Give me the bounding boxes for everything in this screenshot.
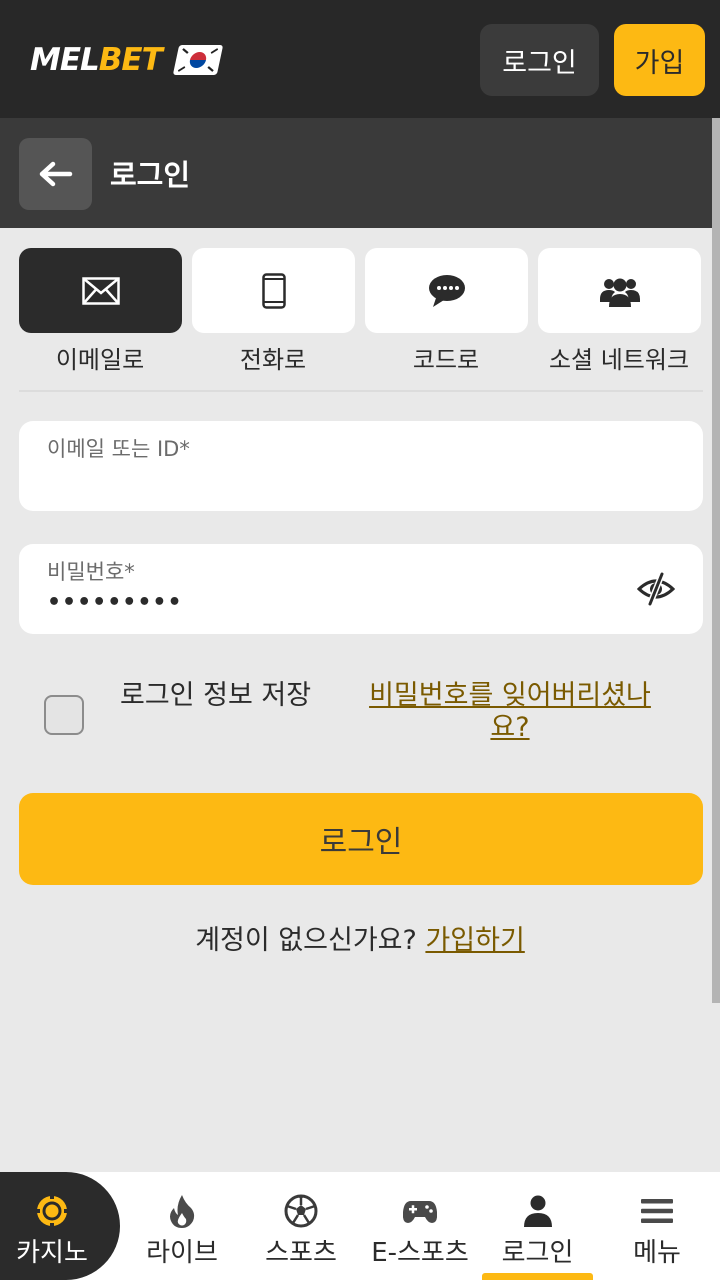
nav-menu[interactable]: 메뉴 [600, 1172, 714, 1280]
nav-esports[interactable]: E-스포츠 [360, 1172, 480, 1280]
nav-sports-label: 스포츠 [265, 1238, 337, 1268]
tab-social-label: 소셜 네트워크 [548, 346, 690, 374]
forgot-password-link[interactable]: 비밀번호를 잊어버리셨나요? [350, 680, 670, 744]
nav-casino-label: 카지노 [16, 1238, 88, 1268]
page-header: 로그인 [0, 118, 720, 228]
back-button[interactable] [19, 138, 92, 210]
eye-slash-icon [636, 572, 676, 606]
users-icon [599, 278, 640, 307]
register-prompt: 계정이 없으신가요? 가입하기 [0, 918, 720, 957]
soccer-ball-icon [284, 1194, 318, 1228]
arrow-left-icon [39, 161, 72, 187]
tab-social[interactable] [538, 248, 701, 333]
tab-email-label: 이메일로 [55, 346, 145, 374]
envelope-icon [81, 276, 120, 305]
nav-casino[interactable]: 카지노 [0, 1172, 120, 1280]
chat-bubble-icon [428, 274, 465, 307]
tab-email[interactable] [19, 248, 182, 333]
register-prompt-text: 계정이 없으신가요? [195, 925, 426, 956]
header-login-button[interactable]: 로그인 [480, 24, 599, 96]
nav-login-label: 로그인 [501, 1238, 574, 1268]
tab-phone-label: 전화로 [239, 346, 307, 374]
melbet-logo[interactable]: MELBET [30, 42, 223, 78]
hamburger-menu-icon [641, 1194, 673, 1228]
nav-live[interactable]: 라이브 [124, 1172, 240, 1280]
phone-icon [261, 272, 286, 309]
nav-sports[interactable]: 스포츠 [242, 1172, 360, 1280]
scrollbar[interactable] [712, 118, 720, 1003]
remember-me-label: 로그인 정보 저장 [120, 680, 312, 711]
nav-live-label: 라이브 [146, 1238, 218, 1268]
casino-chip-icon [35, 1194, 69, 1228]
password-field-label: 비밀번호* [47, 560, 135, 584]
password-field[interactable]: 비밀번호* ••••••••• [19, 544, 703, 634]
nav-esports-label: E-스포츠 [371, 1238, 469, 1268]
tab-code-label: 코드로 [412, 346, 480, 374]
active-tab-indicator [482, 1273, 593, 1280]
tab-code[interactable] [365, 248, 528, 333]
gamepad-icon [403, 1194, 437, 1228]
login-submit-button[interactable]: 로그인 [19, 793, 703, 885]
tab-phone[interactable] [192, 248, 355, 333]
remember-me-checkbox[interactable] [44, 695, 84, 735]
korea-flag-icon [172, 45, 223, 75]
flame-icon [169, 1194, 195, 1228]
nav-login[interactable]: 로그인 [482, 1172, 593, 1280]
toggle-password-visibility[interactable] [636, 572, 676, 610]
logo-text: MELBET [30, 42, 163, 78]
email-field-label: 이메일 또는 ID* [47, 437, 190, 461]
register-link[interactable]: 가입하기 [425, 925, 524, 956]
password-field-value: ••••••••• [47, 590, 183, 615]
divider [19, 390, 703, 392]
header-join-button[interactable]: 가입 [614, 24, 705, 96]
page-title: 로그인 [110, 158, 191, 192]
nav-menu-label: 메뉴 [633, 1238, 681, 1268]
email-field[interactable]: 이메일 또는 ID* [19, 421, 703, 511]
user-icon [523, 1194, 552, 1228]
